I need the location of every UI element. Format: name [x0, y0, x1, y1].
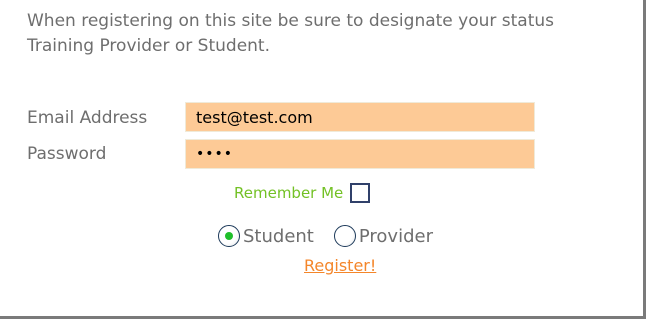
status-radio-group: Student Provider [218, 222, 453, 250]
status-option-student[interactable]: Student [218, 225, 314, 247]
email-label: Email Address [27, 108, 148, 128]
intro-line-2: Training Provider or Student. [27, 36, 270, 56]
password-label: Password [27, 144, 107, 164]
password-field[interactable] [185, 139, 535, 169]
provider-radio-label: Provider [358, 225, 433, 247]
intro-text: When registering on this site be sure to… [27, 9, 637, 59]
remember-me-label: Remember Me [234, 184, 344, 202]
status-option-provider[interactable]: Provider [333, 225, 433, 247]
student-radio-icon[interactable] [218, 225, 240, 247]
register-link[interactable]: Register! [304, 256, 376, 275]
remember-me-row: Remember Me [234, 180, 371, 206]
provider-radio-icon[interactable] [333, 225, 356, 247]
registration-panel: When registering on this site be sure to… [0, 0, 646, 319]
email-field[interactable] [185, 102, 535, 132]
remember-me-checkbox[interactable] [350, 183, 371, 203]
intro-line-1: When registering on this site be sure to… [27, 11, 555, 31]
student-radio-label: Student [243, 225, 314, 247]
